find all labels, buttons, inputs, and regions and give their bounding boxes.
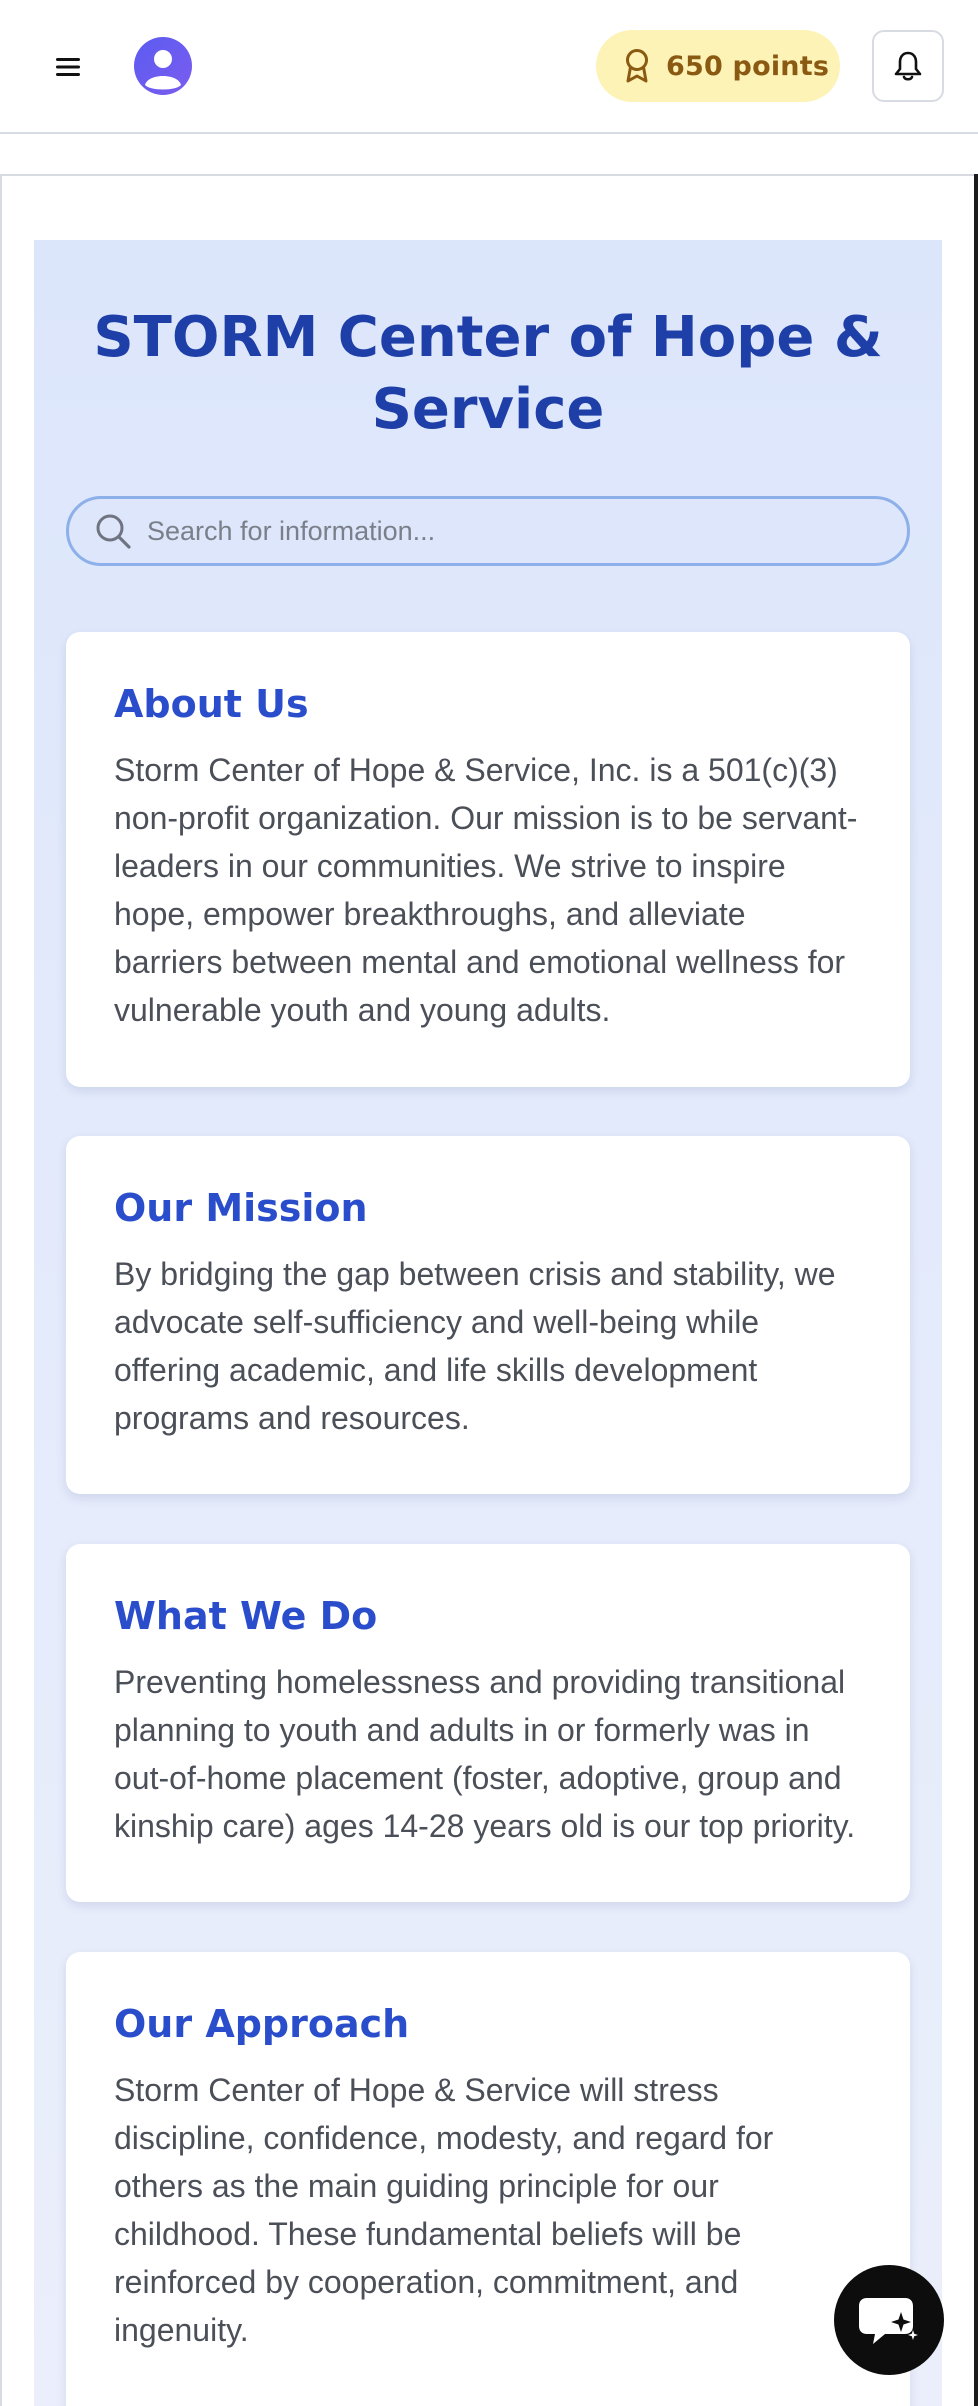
- chat-sparkle-icon: [859, 2298, 918, 2344]
- our-approach-card: Our Approach Storm Center of Hope & Serv…: [66, 1952, 910, 2406]
- card-heading: What We Do: [114, 1594, 378, 1638]
- chat-button[interactable]: [834, 2265, 944, 2375]
- top-bar: 650 points: [0, 0, 978, 134]
- page-title: STORM Center of Hope & Service: [93, 305, 883, 442]
- card-heading: Our Mission: [114, 1186, 368, 1230]
- points-label: 650 points: [666, 50, 830, 82]
- avatar[interactable]: [134, 37, 192, 95]
- card-heading: Our Approach: [114, 2002, 410, 2046]
- content-frame-top-border: [0, 174, 978, 176]
- search-bar[interactable]: [66, 496, 910, 566]
- notifications-button[interactable]: [872, 30, 944, 102]
- bell-icon: [894, 51, 922, 81]
- search-icon: [96, 514, 131, 549]
- content-frame-right-edge: [974, 174, 978, 2406]
- award-ribbon-icon: [626, 49, 648, 83]
- user-avatar-icon: [145, 50, 181, 90]
- card-body: By bridging the gap between crisis and s…: [114, 1256, 836, 1436]
- what-we-do-card: What We Do Preventing homelessness and p…: [66, 1544, 910, 1902]
- our-mission-card: Our Mission By bridging the gap between …: [66, 1136, 910, 1494]
- card-body: Storm Center of Hope & Service, Inc. is …: [114, 752, 858, 1028]
- main-panel: STORM Center of Hope & Service About Us …: [34, 240, 942, 2406]
- hamburger-menu-icon: [56, 58, 80, 76]
- app-screen: 650 points STORM Center of Hope & Servic…: [0, 0, 978, 2406]
- points-badge[interactable]: 650 points: [596, 30, 840, 102]
- menu-button[interactable]: [48, 48, 88, 86]
- about-us-card: About Us Storm Center of Hope & Service,…: [66, 632, 910, 1087]
- content-frame-left-border: [0, 174, 2, 2406]
- card-body: Preventing homelessness and providing tr…: [114, 1664, 856, 1844]
- card-heading: About Us: [114, 682, 309, 726]
- card-body: Storm Center of Hope & Service will stre…: [114, 2072, 774, 2348]
- search-input[interactable]: [147, 501, 907, 561]
